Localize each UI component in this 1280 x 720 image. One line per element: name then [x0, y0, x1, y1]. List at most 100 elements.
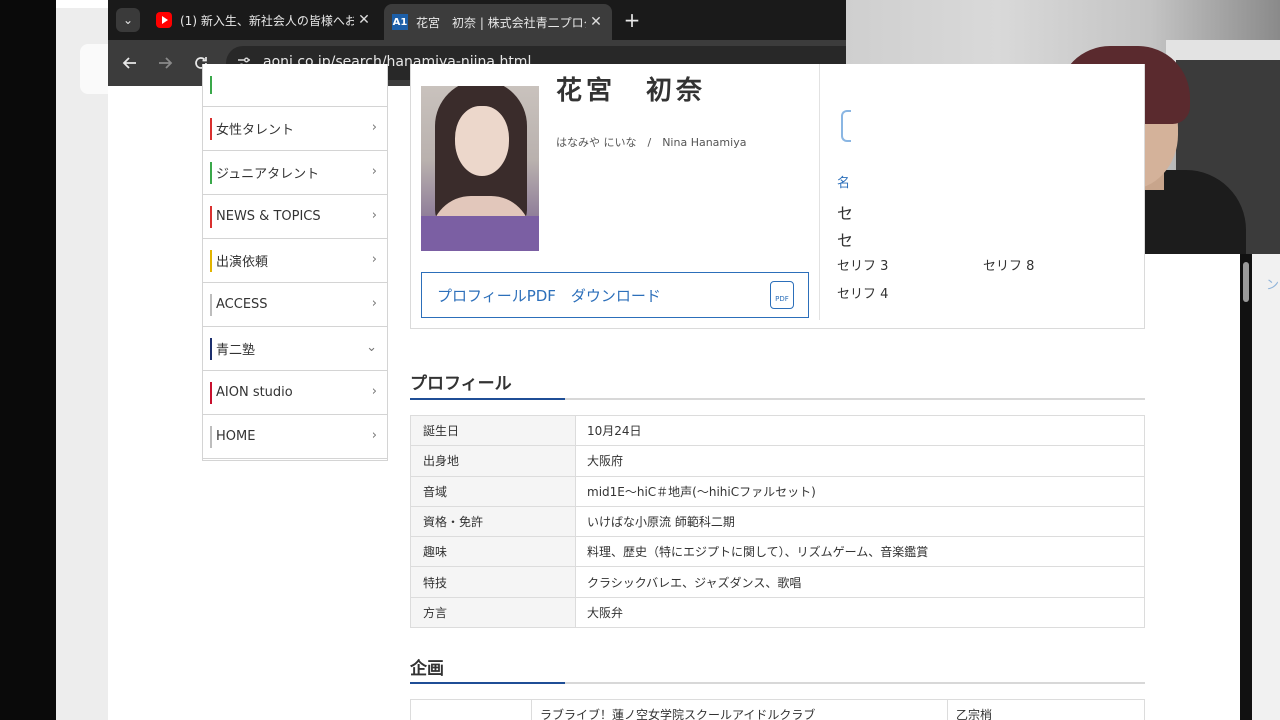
- talent-photo: [421, 86, 539, 251]
- sidebar-item-label: AION studio: [216, 385, 293, 400]
- sidebar-item-label: HOME: [216, 429, 256, 444]
- chevron-right-icon: ›: [371, 164, 377, 179]
- row-key: 特技: [411, 567, 576, 597]
- close-tab-icon[interactable]: ✕: [586, 14, 606, 30]
- sidebar-item-news-topics[interactable]: NEWS & TOPICS ›: [203, 195, 387, 239]
- scrollbar-thumb[interactable]: [1243, 262, 1249, 302]
- kikaku-heading: 企画: [410, 659, 444, 679]
- voice-player-edge: [841, 110, 851, 142]
- voice-sample-link[interactable]: セ: [837, 227, 853, 251]
- table-row: 音域 mid1E〜hiC＃地声(〜hihiCファルセット): [411, 476, 1144, 507]
- sidebar-nav: 女性タレント › ジュニアタレント › NEWS & TOPICS › 出演依頼…: [202, 64, 388, 461]
- table-row: 誕生日 10月24日: [411, 416, 1144, 447]
- row-key: 趣味: [411, 537, 576, 567]
- talent-card: 花宮 初奈 はなみや にいな / Nina Hanamiya プロフィールPDF…: [410, 64, 1145, 329]
- sidebar-item-label: 出演依頼: [216, 255, 269, 270]
- tab-title: (1) 新入生、新社会人の皆様へお: [180, 13, 354, 28]
- tab-title: 花宮 初奈 | 株式会社青二プロダ: [416, 15, 586, 30]
- row-value: mid1E〜hiC＃地声(〜hihiCファルセット): [587, 484, 816, 499]
- chevron-right-icon: ›: [371, 428, 377, 443]
- row-key: 音域: [411, 476, 576, 506]
- chevron-right-icon: ›: [371, 384, 377, 399]
- sidebar-item-label: 青二塾: [216, 343, 256, 358]
- profile-table: 誕生日 10月24日 出身地 大阪府 音域 mid1E〜hiC＃地声(〜hihi…: [410, 415, 1145, 629]
- talent-name: 花宮 初奈: [556, 76, 707, 106]
- voice-sample-link[interactable]: セ: [837, 200, 853, 224]
- kikaku-cell: [411, 700, 532, 720]
- sidebar-item-aonijuku[interactable]: 青二塾 ⌄: [203, 327, 387, 371]
- tab-search-button[interactable]: ⌄: [116, 8, 140, 32]
- accent-bar: [210, 250, 212, 272]
- chevron-right-icon: ›: [371, 296, 377, 311]
- tab-youtube[interactable]: (1) 新入生、新社会人の皆様へお ✕: [148, 4, 380, 36]
- table-row: 方言 大阪弁: [411, 597, 1144, 629]
- kikaku-role: 乙宗梢: [956, 708, 993, 720]
- accent-bar: [210, 338, 212, 360]
- talent-name-reading: はなみや にいな / Nina Hanamiya: [556, 136, 747, 149]
- background-text: ンを: [1266, 278, 1280, 293]
- voice-sample-8-link[interactable]: セリフ 8: [983, 255, 1034, 274]
- sidebar-item-female-talent[interactable]: 女性タレント ›: [203, 107, 387, 151]
- table-row: 出身地 大阪府: [411, 446, 1144, 477]
- desktop-left-edge: [0, 0, 56, 720]
- sidebar-item-label: ジュニアタレント: [216, 167, 320, 182]
- background-window-edge: [56, 0, 116, 8]
- forward-button[interactable]: [152, 50, 178, 76]
- accent-bar: [210, 382, 212, 404]
- table-row: 趣味 料理、歴史（特にエジプトに関して）、リズムゲーム、音楽鑑賞: [411, 537, 1144, 568]
- row-value: クラシックバレエ、ジャズダンス、歌唱: [587, 575, 802, 590]
- profile-heading: プロフィール: [410, 374, 512, 394]
- table-row: 特技 クラシックバレエ、ジャズダンス、歌唱: [411, 567, 1144, 598]
- voice-sample-4-link[interactable]: セリフ 4: [837, 283, 888, 302]
- row-key: 方言: [411, 597, 576, 628]
- sidebar-item-aion-studio[interactable]: AION studio ›: [203, 371, 387, 415]
- chevron-right-icon: ›: [371, 252, 377, 267]
- row-key: 誕生日: [411, 416, 576, 446]
- chevron-down-icon: ⌄: [366, 340, 377, 355]
- sidebar-item-label: NEWS & TOPICS: [216, 209, 321, 224]
- youtube-icon: [156, 12, 172, 28]
- window-edge: [1240, 254, 1252, 720]
- back-button[interactable]: [117, 50, 143, 76]
- chevron-right-icon: ›: [371, 208, 377, 223]
- chevron-right-icon: ›: [371, 120, 377, 135]
- sidebar-item-booking[interactable]: 出演依頼 ›: [203, 239, 387, 283]
- accent-bar: [210, 294, 212, 316]
- row-value: いけばな小原流 師範科二期: [587, 515, 735, 530]
- sidebar-item-label: ACCESS: [216, 297, 268, 312]
- sidebar-item-access[interactable]: ACCESS ›: [203, 283, 387, 327]
- row-value: 大阪府: [587, 454, 624, 469]
- profile-pdf-download-button[interactable]: プロフィールPDF ダウンロード PDF: [421, 272, 809, 318]
- accent-bar: [210, 162, 212, 184]
- new-tab-button[interactable]: +: [620, 8, 644, 32]
- voice-section-label: 名: [837, 176, 851, 191]
- pdf-file-icon: PDF: [770, 281, 794, 309]
- voice-sample-3-link[interactable]: セリフ 3: [837, 255, 888, 274]
- kikaku-title: ラブライブ！蓮ノ空女学院スクールアイドルクラブ: [532, 700, 948, 720]
- accent-bar: [210, 118, 212, 140]
- arrow-left-icon: [122, 57, 136, 69]
- arrow-right-icon: [159, 57, 173, 69]
- sidebar-item-junior-talent[interactable]: ジュニアタレント ›: [203, 151, 387, 195]
- section-divider: [410, 398, 1145, 400]
- tab-strip: ⌄ (1) 新入生、新社会人の皆様へお ✕ A1 花宮 初奈 | 株式会社青二プ…: [108, 0, 846, 40]
- sidebar-item-label: 女性タレント: [216, 123, 295, 138]
- sidebar-item-partial[interactable]: [203, 64, 387, 107]
- row-value: 大阪弁: [587, 605, 624, 620]
- row-key: 出身地: [411, 446, 576, 476]
- close-tab-icon[interactable]: ✕: [354, 12, 374, 28]
- pdf-button-label: プロフィールPDF ダウンロード: [437, 286, 661, 305]
- tab-aoni-active[interactable]: A1 花宮 初奈 | 株式会社青二プロダ ✕: [384, 4, 612, 40]
- background-window: ンを: [1252, 254, 1280, 720]
- row-key: 資格・免許: [411, 506, 576, 537]
- background-window: [56, 0, 108, 720]
- sidebar-item-home[interactable]: HOME ›: [203, 415, 387, 459]
- table-row: 資格・免許 いけばな小原流 師範科二期: [411, 506, 1144, 538]
- chevron-down-icon: ⌄: [122, 13, 134, 27]
- accent-bar: [210, 206, 212, 228]
- accent-bar: [210, 426, 212, 448]
- row-value: 料理、歴史（特にエジプトに関して）、リズムゲーム、音楽鑑賞: [587, 545, 929, 560]
- aoni-icon: A1: [392, 14, 408, 30]
- kikaku-table-row: ラブライブ！蓮ノ空女学院スクールアイドルクラブ 乙宗梢: [410, 699, 1145, 720]
- row-value: 10月24日: [587, 424, 642, 439]
